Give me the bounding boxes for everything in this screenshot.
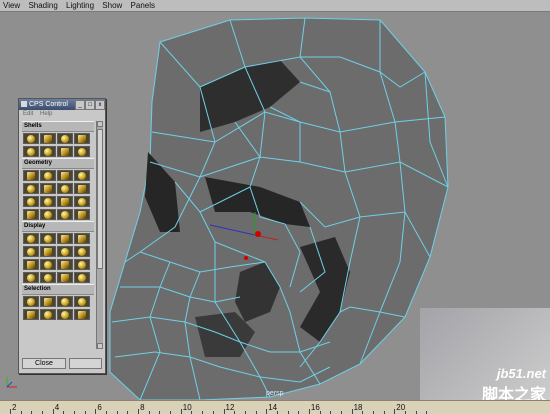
scroll-up-icon[interactable] xyxy=(97,121,103,127)
tool-button[interactable] xyxy=(57,170,73,181)
scroll-thumb[interactable] xyxy=(97,129,103,269)
tool-button[interactable] xyxy=(74,196,90,207)
tool-button[interactable] xyxy=(74,272,90,283)
tool-button[interactable] xyxy=(23,209,39,220)
menu-view[interactable]: View xyxy=(0,0,23,11)
ruler-tick-mark xyxy=(138,409,140,414)
ruler-tick-mark xyxy=(351,409,353,414)
tool-button[interactable] xyxy=(40,183,56,194)
tool-button[interactable] xyxy=(57,246,73,257)
ruler-tick-label: 14 xyxy=(268,403,278,412)
tool-button[interactable] xyxy=(23,309,39,320)
cps-menu-edit[interactable]: Edit xyxy=(23,111,33,117)
tool-button[interactable] xyxy=(40,246,56,257)
tool-button[interactable] xyxy=(23,146,39,157)
tool-button[interactable] xyxy=(23,196,39,207)
ruler-tick-label: 20 xyxy=(396,403,406,412)
tool-button[interactable] xyxy=(74,296,90,307)
tool-button[interactable] xyxy=(57,209,73,220)
ruler-tick-label: 4 xyxy=(54,403,60,412)
section-selection[interactable]: Selection xyxy=(22,284,94,295)
tool-button[interactable] xyxy=(40,309,56,320)
ruler-tick-mark xyxy=(180,409,182,414)
menu-panels[interactable]: Panels xyxy=(128,0,158,11)
menu-lighting[interactable]: Lighting xyxy=(63,0,97,11)
tool-button[interactable] xyxy=(74,246,90,257)
tool-button[interactable] xyxy=(40,233,56,244)
tool-button[interactable] xyxy=(74,259,90,270)
tool-button[interactable] xyxy=(57,272,73,283)
section-display[interactable]: Display xyxy=(22,221,94,232)
tool-button[interactable] xyxy=(40,296,56,307)
time-slider[interactable]: 2 4 6 8 10 12 14 16 18 20 xyxy=(0,400,550,414)
tool-button[interactable] xyxy=(23,170,39,181)
section-geometry[interactable]: Geometry xyxy=(22,158,94,169)
minimize-icon[interactable]: _ xyxy=(75,100,85,110)
tool-button[interactable] xyxy=(74,233,90,244)
cps-scrollbar[interactable] xyxy=(96,121,103,349)
viewport-menubar: View Shading Lighting Show Panels xyxy=(0,0,550,12)
tool-button[interactable] xyxy=(23,272,39,283)
ruler-tick-label: 16 xyxy=(310,403,320,412)
tool-button[interactable] xyxy=(40,133,56,144)
ruler-tick-label: 6 xyxy=(97,403,102,412)
tool-button[interactable] xyxy=(57,259,73,270)
ruler-tick-mark xyxy=(52,409,54,414)
tool-button[interactable] xyxy=(40,272,56,283)
tool-button[interactable] xyxy=(40,170,56,181)
cps-menubar: Edit Help xyxy=(19,110,105,119)
ruler-tick-mark xyxy=(308,409,310,414)
cps-tool-panel: Shells Geometry Display Selection xyxy=(22,121,94,349)
menu-shading[interactable]: Shading xyxy=(25,0,60,11)
maximize-icon[interactable]: □ xyxy=(85,100,95,110)
scroll-down-icon[interactable] xyxy=(97,343,103,349)
ruler-tick-mark xyxy=(394,409,396,414)
tool-button[interactable] xyxy=(74,309,90,320)
tool-button[interactable] xyxy=(57,183,73,194)
close-icon[interactable]: x xyxy=(95,100,105,110)
cps-titlebar[interactable]: CPS Control _ □ x xyxy=(19,99,105,110)
tool-button[interactable] xyxy=(57,296,73,307)
tool-button[interactable] xyxy=(57,146,73,157)
ruler-tick-mark xyxy=(10,409,11,414)
camera-label: persp xyxy=(266,390,284,397)
watermark-url: jb51.net xyxy=(496,366,546,381)
tool-button[interactable] xyxy=(40,209,56,220)
ruler-tick-label: 10 xyxy=(182,403,192,412)
ruler-tick-label: 8 xyxy=(140,403,145,412)
tool-button[interactable] xyxy=(57,309,73,320)
tool-button[interactable] xyxy=(74,146,90,157)
tool-button[interactable] xyxy=(74,183,90,194)
cps-menu-help[interactable]: Help xyxy=(40,111,52,117)
ruler-tick-mark xyxy=(266,409,268,414)
section-shells[interactable]: Shells xyxy=(22,121,94,132)
tool-button[interactable] xyxy=(23,296,39,307)
cps-close-button[interactable]: Close xyxy=(22,358,66,369)
ruler-tick-label: 2 xyxy=(12,403,17,412)
cps-control-window[interactable]: CPS Control _ □ x Edit Help Shells Geome… xyxy=(18,98,106,374)
tool-button[interactable] xyxy=(74,170,90,181)
ruler-tick-mark xyxy=(223,409,225,414)
ruler-tick-label: 18 xyxy=(353,403,363,412)
axis-gizmo-icon xyxy=(6,377,17,388)
cps-title: CPS Control xyxy=(29,101,68,108)
ruler-tick-label: 12 xyxy=(225,403,235,412)
tool-button[interactable] xyxy=(74,133,90,144)
menu-show[interactable]: Show xyxy=(99,0,125,11)
tool-button[interactable] xyxy=(40,146,56,157)
tool-button[interactable] xyxy=(40,259,56,270)
window-icon xyxy=(21,101,27,107)
tool-button[interactable] xyxy=(23,246,39,257)
tool-button[interactable] xyxy=(40,196,56,207)
tool-button[interactable] xyxy=(57,196,73,207)
cps-secondary-button[interactable] xyxy=(69,358,102,369)
tool-button[interactable] xyxy=(74,209,90,220)
tool-button[interactable] xyxy=(23,259,39,270)
tool-button[interactable] xyxy=(23,133,39,144)
tool-button[interactable] xyxy=(23,233,39,244)
ruler-tick-mark xyxy=(95,409,97,414)
tool-button[interactable] xyxy=(57,133,73,144)
tool-button[interactable] xyxy=(57,233,73,244)
tool-button[interactable] xyxy=(23,183,39,194)
